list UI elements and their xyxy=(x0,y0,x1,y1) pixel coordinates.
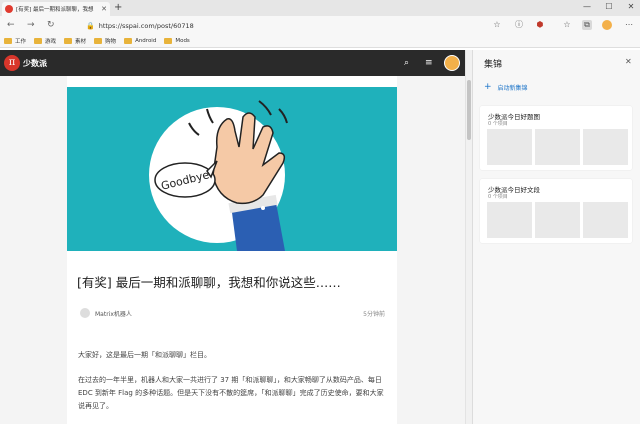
author-avatar[interactable] xyxy=(80,308,90,318)
pane-close-icon[interactable]: ✕ xyxy=(625,57,632,67)
collection-thumbnail xyxy=(535,202,580,238)
collections-icon[interactable]: ⧉ xyxy=(582,20,592,30)
favorites-icon[interactable]: ☆ xyxy=(562,20,572,30)
browser-toolbar: ← → ↻ 🔒 https://sspai.com/post/60718 ☆ ⓘ… xyxy=(0,16,640,34)
maximize-icon[interactable]: ☐ xyxy=(602,2,616,12)
folder-icon xyxy=(94,37,103,44)
folder-icon xyxy=(34,37,43,44)
forward-icon[interactable]: → xyxy=(27,20,35,30)
tab-close-icon[interactable]: ✕ xyxy=(101,5,107,13)
bookmark-folder[interactable]: 工作 xyxy=(4,37,26,45)
page-scrollbar[interactable] xyxy=(465,50,472,424)
collection-thumbnail xyxy=(487,202,532,238)
folder-icon xyxy=(64,37,73,44)
collection-thumbnail xyxy=(583,129,628,165)
bookmark-folder[interactable]: 素材 xyxy=(64,37,86,45)
collection-card-count: 0 个项目 xyxy=(488,121,508,127)
tab-title: [有奖] 最后一期和派聊聊，我想 xyxy=(16,7,94,13)
bookmark-folder[interactable]: 游戏 xyxy=(34,37,56,45)
folder-icon xyxy=(4,37,12,44)
scrollbar-thumb[interactable] xyxy=(467,80,471,140)
tab-bar: [有奖] 最后一期和派聊聊，我想 ✕ + — ☐ ✕ xyxy=(0,0,640,16)
sspai-favicon-icon xyxy=(5,5,13,13)
refresh-icon[interactable]: ↻ xyxy=(47,20,55,30)
collection-card[interactable]: 少数派今日好题图 0 个项目 xyxy=(480,106,632,170)
bookmark-folder[interactable]: Mods xyxy=(164,37,190,44)
browser-tab-active[interactable]: [有奖] 最后一期和派聊聊，我想 ✕ xyxy=(2,2,110,16)
more-menu-icon[interactable]: ⋯ xyxy=(624,20,634,30)
folder-icon xyxy=(164,37,173,44)
sspai-logo-icon[interactable]: π xyxy=(4,55,20,71)
user-avatar[interactable] xyxy=(444,55,460,71)
info-icon[interactable]: ⓘ xyxy=(514,20,524,30)
collection-card[interactable]: 少数派今日好文段 0 个项目 xyxy=(480,179,632,243)
article-title: [有奖] 最后一期和派聊聊，我想和你说这些…… xyxy=(77,275,341,290)
publish-time: 5分钟前 xyxy=(363,310,385,318)
address-bar[interactable]: 🔒 https://sspai.com/post/60718 xyxy=(64,19,504,32)
collection-thumbnail xyxy=(535,129,580,165)
menu-icon[interactable]: ≡ xyxy=(425,57,433,69)
collection-thumbnail xyxy=(583,202,628,238)
lock-icon: 🔒 xyxy=(86,21,95,30)
profile-avatar-icon[interactable] xyxy=(602,20,612,30)
plus-icon: + xyxy=(484,82,492,92)
window-close-icon[interactable]: ✕ xyxy=(624,2,638,12)
new-tab-icon[interactable]: + xyxy=(114,2,122,14)
site-header: π 少数派 ⌕ ≡ xyxy=(0,50,472,76)
article-paragraph: 在过去的一年半里，机器人和大家一共进行了 37 期「和派聊聊」，和大家畅聊了从数… xyxy=(78,376,384,410)
start-new-collection-label: 启动新集锦 xyxy=(497,84,528,92)
start-new-collection-button[interactable]: + 启动新集锦 xyxy=(484,82,528,92)
article-hero-image: Goodbye xyxy=(67,87,397,251)
author-row: Matrix机器人 5分钟前 xyxy=(80,307,385,319)
author-name[interactable]: Matrix机器人 xyxy=(95,309,363,318)
back-icon[interactable]: ← xyxy=(7,20,15,30)
article-paragraph: 大家好，这是最后一期「和派聊聊」栏目。 xyxy=(78,351,211,359)
collection-thumbnail xyxy=(487,129,532,165)
url-text: https://sspai.com/post/60718 xyxy=(98,21,194,30)
search-icon[interactable]: ⌕ xyxy=(404,57,409,69)
adblock-icon[interactable]: ⬢ xyxy=(535,20,545,30)
minimize-icon[interactable]: — xyxy=(580,2,594,12)
site-logo-text[interactable]: 少数派 xyxy=(23,58,47,69)
favorite-star-icon[interactable]: ☆ xyxy=(492,20,502,30)
collection-card-count: 0 个项目 xyxy=(488,194,508,200)
bookmarks-bar: 工作 游戏 素材 购物 Android Mods xyxy=(0,34,640,48)
bookmark-folder[interactable]: 购物 xyxy=(94,37,116,45)
bookmark-folder[interactable]: Android xyxy=(124,37,156,44)
folder-icon xyxy=(124,37,133,44)
collections-title: 集锦 xyxy=(484,60,503,70)
goodbye-hand-illustration: Goodbye xyxy=(149,100,288,251)
